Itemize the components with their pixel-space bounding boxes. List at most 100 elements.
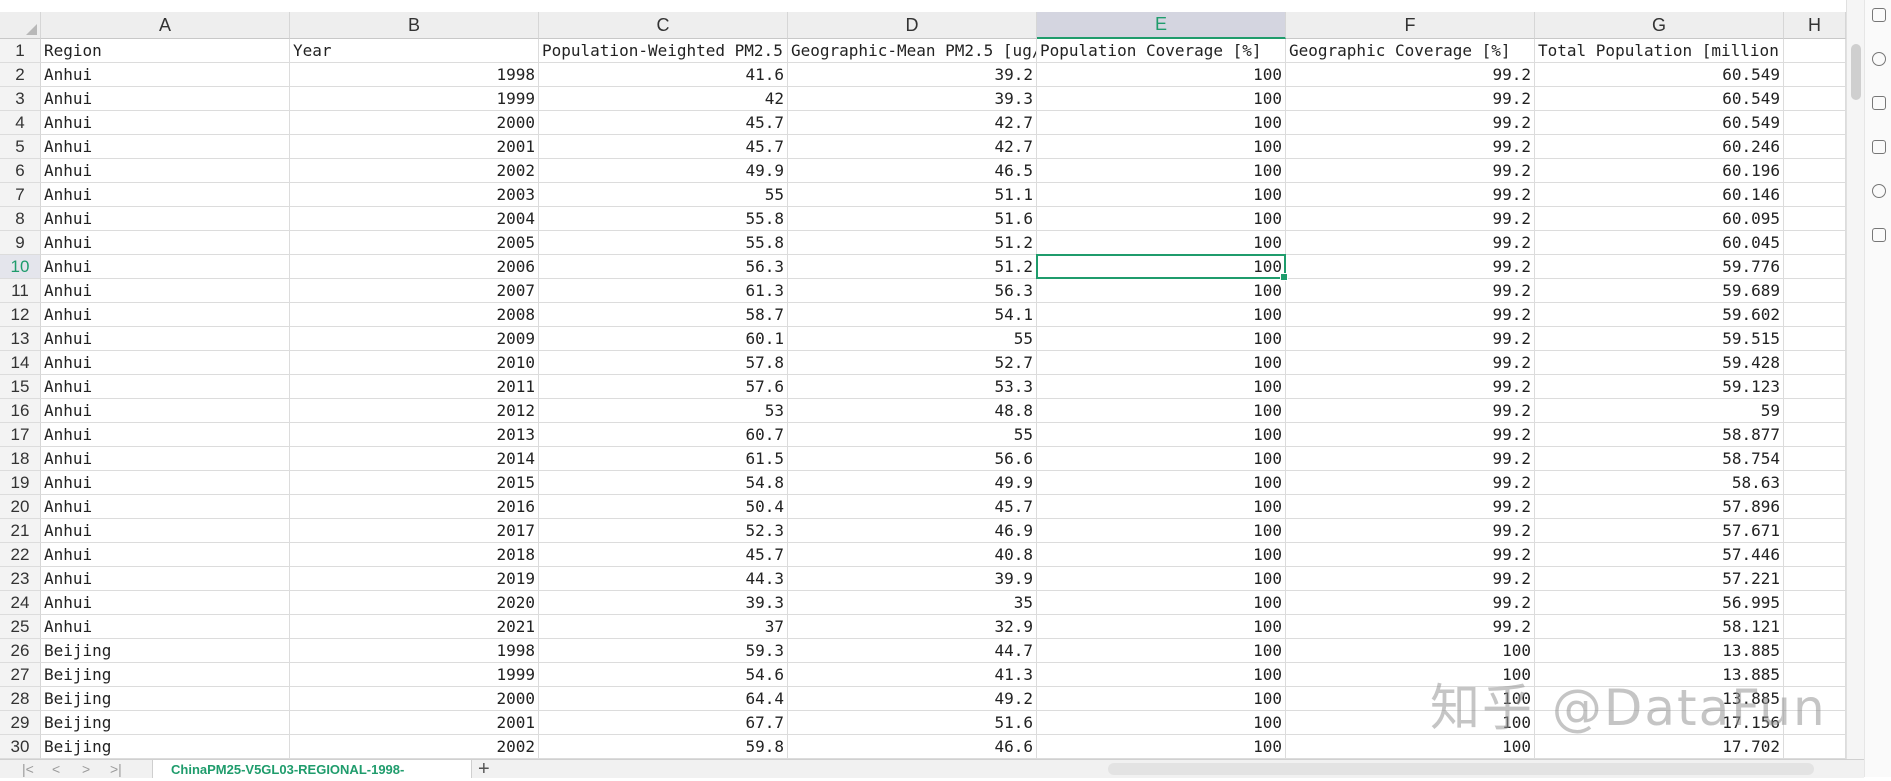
row-header-26[interactable]: 26 <box>0 639 41 663</box>
table-cell[interactable] <box>1784 471 1846 495</box>
table-cell[interactable]: 1999 <box>290 87 539 111</box>
table-cell[interactable]: 57.671 <box>1535 519 1784 543</box>
table-cell[interactable]: Anhui <box>41 519 290 543</box>
table-cell[interactable] <box>1784 447 1846 471</box>
column-header-g[interactable]: G <box>1535 12 1784 39</box>
table-cell[interactable]: 46.6 <box>788 735 1037 759</box>
table-cell[interactable]: 99.2 <box>1286 615 1535 639</box>
table-cell[interactable]: 2000 <box>290 687 539 711</box>
table-cell[interactable]: Anhui <box>41 543 290 567</box>
table-cell[interactable]: 99.2 <box>1286 255 1535 279</box>
table-cell[interactable]: 2003 <box>290 183 539 207</box>
table-cell[interactable] <box>1784 495 1846 519</box>
table-cell[interactable]: 58.63 <box>1535 471 1784 495</box>
first-sheet-button[interactable]: |< <box>22 760 34 778</box>
table-cell[interactable]: 99.2 <box>1286 207 1535 231</box>
row-header-28[interactable]: 28 <box>0 687 41 711</box>
row-header-19[interactable]: 19 <box>0 471 41 495</box>
table-cell[interactable]: 99.2 <box>1286 423 1535 447</box>
table-cell[interactable]: Anhui <box>41 135 290 159</box>
spreadsheet-grid[interactable]: A B C D E F G H 1 Region Year Population-Weighted P… <box>0 0 1846 759</box>
table-cell[interactable]: 58.7 <box>539 303 788 327</box>
table-cell[interactable]: 55.8 <box>539 207 788 231</box>
table-cell[interactable]: 44.7 <box>788 639 1037 663</box>
table-cell[interactable]: 99.2 <box>1286 63 1535 87</box>
column-header-c[interactable]: C <box>539 12 788 39</box>
table-cell[interactable]: 2002 <box>290 159 539 183</box>
row-header-2[interactable]: 2 <box>0 63 41 87</box>
prev-sheet-button[interactable]: < <box>52 760 60 778</box>
table-cell[interactable]: 45.7 <box>788 495 1037 519</box>
table-cell[interactable]: 41.3 <box>788 663 1037 687</box>
table-cell[interactable]: 100 <box>1037 327 1286 351</box>
table-cell[interactable]: 59.123 <box>1535 375 1784 399</box>
table-cell[interactable] <box>1784 87 1846 111</box>
table-cell[interactable]: Anhui <box>41 447 290 471</box>
table-cell[interactable] <box>1784 567 1846 591</box>
horizontal-scrollbar[interactable] <box>1108 763 1814 775</box>
table-cell[interactable]: 2000 <box>290 111 539 135</box>
table-cell[interactable]: 100 <box>1037 543 1286 567</box>
row-header-6[interactable]: 6 <box>0 159 41 183</box>
table-cell[interactable]: 100 <box>1037 591 1286 615</box>
add-sheet-button[interactable]: + <box>478 758 490 781</box>
table-cell[interactable]: 45.7 <box>539 111 788 135</box>
table-cell[interactable]: 56.3 <box>539 255 788 279</box>
table-cell[interactable]: 2004 <box>290 207 539 231</box>
table-cell[interactable]: 39.2 <box>788 63 1037 87</box>
header-cell[interactable]: Geographic-Mean PM2.5 [ug/m <box>788 39 1037 63</box>
table-cell[interactable]: 51.2 <box>788 231 1037 255</box>
row-header-18[interactable]: 18 <box>0 447 41 471</box>
row-header-4[interactable]: 4 <box>0 111 41 135</box>
table-cell[interactable]: 46.5 <box>788 159 1037 183</box>
table-cell[interactable]: 67.7 <box>539 711 788 735</box>
table-cell[interactable]: 58.121 <box>1535 615 1784 639</box>
table-cell[interactable]: 60.196 <box>1535 159 1784 183</box>
row-header-30[interactable]: 30 <box>0 735 41 759</box>
table-cell[interactable]: Anhui <box>41 567 290 591</box>
table-cell[interactable]: 99.2 <box>1286 351 1535 375</box>
table-cell[interactable]: 100 <box>1037 303 1286 327</box>
table-cell[interactable]: 39.9 <box>788 567 1037 591</box>
row-header-29[interactable]: 29 <box>0 711 41 735</box>
header-cell[interactable] <box>1784 39 1846 63</box>
table-cell[interactable] <box>1784 519 1846 543</box>
table-cell[interactable]: 100 <box>1037 471 1286 495</box>
table-cell[interactable]: 100 <box>1037 615 1286 639</box>
table-cell[interactable]: 13.885 <box>1535 639 1784 663</box>
table-cell[interactable]: 53 <box>539 399 788 423</box>
table-cell[interactable]: 99.2 <box>1286 231 1535 255</box>
table-cell[interactable]: Anhui <box>41 63 290 87</box>
table-cell[interactable]: 2007 <box>290 279 539 303</box>
table-cell[interactable]: 2020 <box>290 591 539 615</box>
table-cell[interactable] <box>1784 111 1846 135</box>
table-cell[interactable]: 2021 <box>290 615 539 639</box>
table-cell[interactable]: 60.549 <box>1535 111 1784 135</box>
column-header-f[interactable]: F <box>1286 12 1535 39</box>
header-cell[interactable]: Geographic Coverage [%] <box>1286 39 1535 63</box>
table-cell[interactable]: 99.2 <box>1286 591 1535 615</box>
table-cell[interactable] <box>1784 279 1846 303</box>
table-cell[interactable]: 54.8 <box>539 471 788 495</box>
row-header-23[interactable]: 23 <box>0 567 41 591</box>
table-cell[interactable]: 57.6 <box>539 375 788 399</box>
table-cell[interactable]: 100 <box>1037 399 1286 423</box>
table-cell[interactable]: 59.776 <box>1535 255 1784 279</box>
table-cell[interactable]: 35 <box>788 591 1037 615</box>
next-sheet-button[interactable]: > <box>82 760 90 778</box>
table-cell[interactable]: 32.9 <box>788 615 1037 639</box>
table-cell[interactable]: 49.2 <box>788 687 1037 711</box>
chart-icon[interactable] <box>1872 140 1886 154</box>
table-cell[interactable]: Anhui <box>41 87 290 111</box>
table-cell[interactable]: 60.549 <box>1535 87 1784 111</box>
table-cell[interactable]: 2016 <box>290 495 539 519</box>
table-cell[interactable]: 100 <box>1037 159 1286 183</box>
table-cell[interactable]: 51.1 <box>788 183 1037 207</box>
row-header-11[interactable]: 11 <box>0 279 41 303</box>
table-cell[interactable]: 41.6 <box>539 63 788 87</box>
table-cell[interactable] <box>1784 303 1846 327</box>
table-cell[interactable]: Anhui <box>41 351 290 375</box>
row-header-17[interactable]: 17 <box>0 423 41 447</box>
table-cell[interactable]: 2018 <box>290 543 539 567</box>
table-cell[interactable]: 2017 <box>290 519 539 543</box>
